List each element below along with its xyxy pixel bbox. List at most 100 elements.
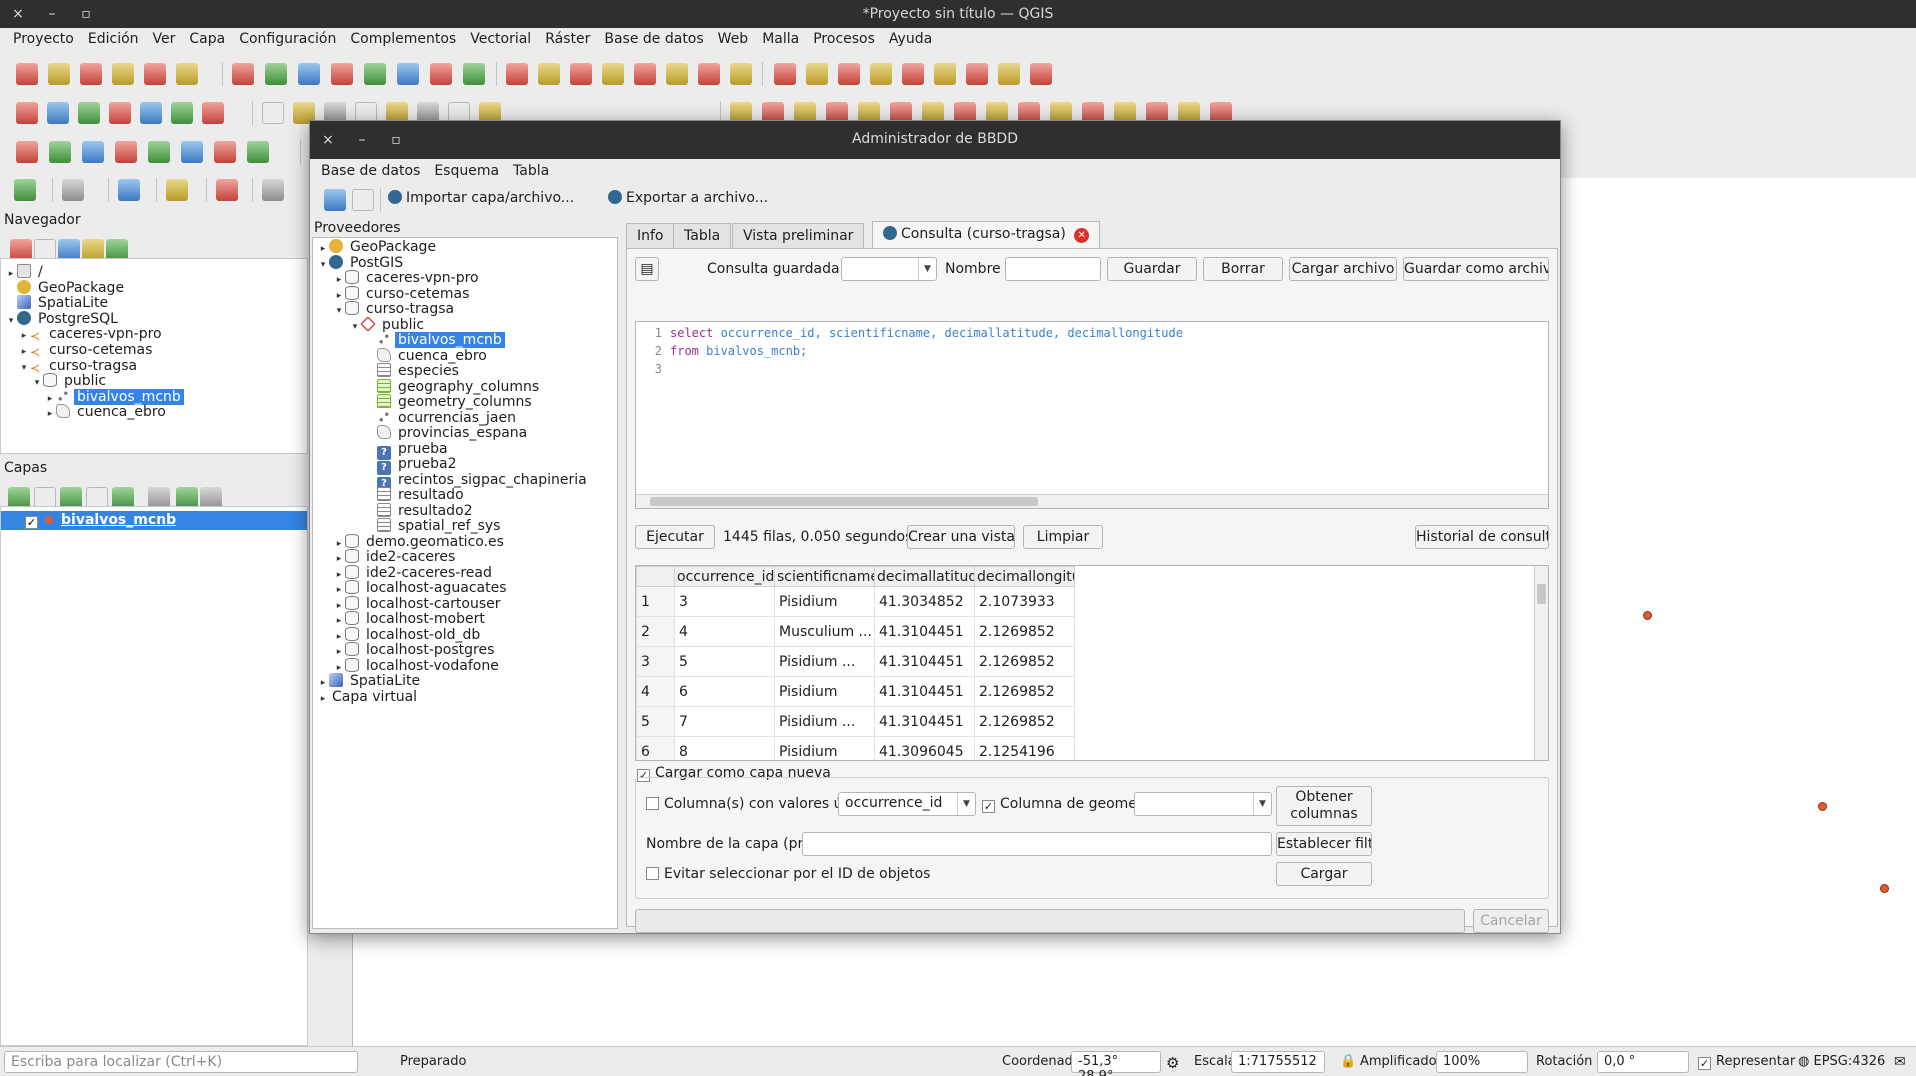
layer-visibility-checkbox[interactable]: ✓ bbox=[25, 516, 38, 529]
toolbar-tool-icon[interactable] bbox=[698, 63, 720, 85]
unique-columns-select[interactable]: occurrence_id ▼ bbox=[838, 792, 976, 816]
table-cell[interactable]: Pisidium ... bbox=[774, 646, 875, 677]
table-cell[interactable]: 2.1073933 bbox=[974, 586, 1075, 617]
menu-item-8[interactable]: Base de datos bbox=[597, 28, 710, 52]
save-as-file-button[interactable]: Guardar como archivo bbox=[1403, 257, 1549, 281]
menu-item-6[interactable]: Vectorial bbox=[463, 28, 538, 52]
provider-item[interactable]: ▸ Capa virtual bbox=[313, 688, 617, 707]
column-header[interactable]: decimallatitude bbox=[874, 566, 975, 587]
scale-field[interactable]: 1:71755512 bbox=[1231, 1051, 1325, 1073]
sql-window-icon[interactable] bbox=[352, 189, 374, 211]
toolbar-tool-icon[interactable] bbox=[16, 102, 38, 124]
toolbar-tool-icon[interactable] bbox=[262, 179, 284, 201]
table-row[interactable]: 5 7 Pisidium ... 41.3104451 2.1269852 bbox=[636, 706, 1075, 737]
table-cell[interactable]: Musculium ... bbox=[774, 616, 875, 647]
toolbar-tool-icon[interactable] bbox=[506, 63, 528, 85]
toolbar-tool-icon[interactable] bbox=[214, 141, 236, 163]
providers-tree[interactable]: ▸ GeoPackage ▾ PostGIS ▸ caceres-vpn-pro ▸ curs… bbox=[312, 237, 618, 929]
menu-item-11[interactable]: Procesos bbox=[806, 28, 882, 52]
editor-hscrollbar[interactable] bbox=[636, 494, 1548, 508]
column-header[interactable]: occurrence_id bbox=[674, 566, 775, 587]
messages-icon[interactable]: ✉ bbox=[1894, 1054, 1906, 1070]
toolbar-tool-icon[interactable] bbox=[16, 141, 38, 163]
toolbar-tool-icon[interactable] bbox=[62, 179, 84, 201]
toolbar-tool-icon[interactable] bbox=[171, 102, 193, 124]
table-cell[interactable]: 5 bbox=[674, 646, 775, 677]
table-cell[interactable]: 2.1254196 bbox=[974, 736, 1075, 760]
crs-button[interactable]: ◍ EPSG:4326 bbox=[1798, 1054, 1885, 1069]
menu-item-1[interactable]: Edición bbox=[81, 28, 146, 52]
table-cell[interactable]: Pisidium bbox=[774, 676, 875, 707]
toolbar-tool-icon[interactable] bbox=[838, 63, 860, 85]
toolbar-tool-icon[interactable] bbox=[112, 63, 134, 85]
import-layer-button[interactable]: Importar capa/archivo... bbox=[388, 190, 574, 206]
toolbar-tool-icon[interactable] bbox=[118, 179, 140, 201]
toolbar-tool-icon[interactable] bbox=[232, 63, 254, 85]
menu-item-4[interactable]: Configuración bbox=[232, 28, 343, 52]
table-cell[interactable]: 41.3034852 bbox=[874, 586, 975, 617]
table-cell[interactable]: 6 bbox=[674, 676, 775, 707]
toolbar-tool-icon[interactable] bbox=[16, 63, 38, 85]
refresh-icon[interactable] bbox=[324, 189, 346, 211]
results-table[interactable]: occurrence_id scientificname decimallati… bbox=[635, 565, 1549, 761]
tab-table[interactable]: Tabla bbox=[673, 223, 732, 249]
table-cell[interactable]: 41.3104451 bbox=[874, 706, 975, 737]
menu-item-3[interactable]: Capa bbox=[182, 28, 232, 52]
tree-expander-icon[interactable]: ▸ bbox=[44, 405, 56, 424]
tab-query[interactable]: Consulta (curso-tragsa) ✕ bbox=[872, 221, 1100, 249]
dialog-menu-item-1[interactable]: Esquema bbox=[427, 159, 506, 183]
query-history-button[interactable]: Historial de consultas bbox=[1415, 525, 1549, 549]
toolbar-tool-icon[interactable] bbox=[48, 63, 70, 85]
toolbar-tool-icon[interactable] bbox=[49, 141, 71, 163]
toolbar-tool-icon[interactable] bbox=[80, 63, 102, 85]
table-cell[interactable]: 41.3104451 bbox=[874, 646, 975, 677]
table-row[interactable]: 1 3 Pisidium 41.3034852 2.1073933 bbox=[636, 586, 1075, 617]
load-file-button[interactable]: Cargar archivo bbox=[1289, 257, 1397, 281]
toolbar-tool-icon[interactable] bbox=[82, 141, 104, 163]
sql-editor[interactable]: 1 2 3 select occurrence_id, scientificname… bbox=[635, 321, 1549, 509]
table-cell[interactable]: 41.3104451 bbox=[874, 676, 975, 707]
toolbar-tool-icon[interactable] bbox=[902, 63, 924, 85]
dialog-menu-item-0[interactable]: Base de datos bbox=[314, 159, 427, 183]
layer-item[interactable]: ✓ bivalvos_mcnb bbox=[1, 511, 307, 530]
save-query-button[interactable]: Guardar bbox=[1107, 257, 1197, 281]
toolbar-tool-icon[interactable] bbox=[570, 63, 592, 85]
column-header[interactable]: decimallongitude bbox=[974, 566, 1075, 587]
table-cell[interactable]: 41.3096045 bbox=[874, 736, 975, 760]
get-columns-button[interactable]: Obtener columnas bbox=[1276, 786, 1372, 826]
set-filter-button[interactable]: Establecer filtro bbox=[1276, 832, 1372, 856]
toolbar-tool-icon[interactable] bbox=[538, 63, 560, 85]
toolbar-tool-icon[interactable] bbox=[202, 102, 224, 124]
table-cell[interactable]: 2.1269852 bbox=[974, 616, 1075, 647]
toolbar-tool-icon[interactable] bbox=[140, 102, 162, 124]
table-cell[interactable]: Pisidium bbox=[774, 736, 875, 760]
delete-query-button[interactable]: Borrar bbox=[1203, 257, 1283, 281]
toolbar-tool-icon[interactable] bbox=[166, 179, 188, 201]
column-header[interactable]: scientificname bbox=[774, 566, 875, 587]
table-row[interactable]: 6 8 Pisidium 41.3096045 2.1254196 bbox=[636, 736, 1075, 760]
toolbar-tool-icon[interactable] bbox=[934, 63, 956, 85]
menu-item-2[interactable]: Ver bbox=[146, 28, 183, 52]
saved-query-select[interactable]: ▼ bbox=[841, 257, 937, 281]
locator-input[interactable]: Escriba para localizar (Ctrl+K) bbox=[4, 1051, 358, 1073]
toolbar-tool-icon[interactable] bbox=[115, 141, 137, 163]
avoid-select-checkbox[interactable]: Evitar seleccionar por el ID de objetos bbox=[646, 866, 930, 882]
toolbar-tool-icon[interactable] bbox=[176, 63, 198, 85]
coordinate-toggle-icon[interactable]: ⚙ bbox=[1166, 1054, 1179, 1072]
toolbar-tool-icon[interactable] bbox=[998, 63, 1020, 85]
toolbar-tool-icon[interactable] bbox=[144, 63, 166, 85]
toolbar-tool-icon[interactable] bbox=[331, 63, 353, 85]
export-file-button[interactable]: Exportar a archivo... bbox=[608, 190, 768, 206]
toolbar-tool-icon[interactable] bbox=[806, 63, 828, 85]
query-name-input[interactable] bbox=[1005, 257, 1101, 281]
close-tab-icon[interactable]: ✕ bbox=[1074, 228, 1090, 243]
toolbar-tool-icon[interactable] bbox=[430, 63, 452, 85]
toolbar-tool-icon[interactable] bbox=[774, 63, 796, 85]
toolbar-tool-icon[interactable] bbox=[148, 141, 170, 163]
menu-item-5[interactable]: Complementos bbox=[343, 28, 463, 52]
table-cell[interactable]: 3 bbox=[674, 586, 775, 617]
render-checkbox[interactable]: ✓ Representar bbox=[1698, 1054, 1795, 1070]
layers-panel[interactable]: ✓ bivalvos_mcnb bbox=[0, 506, 308, 1046]
toolbar-tool-icon[interactable] bbox=[966, 63, 988, 85]
toolbar-tool-icon[interactable] bbox=[397, 63, 419, 85]
